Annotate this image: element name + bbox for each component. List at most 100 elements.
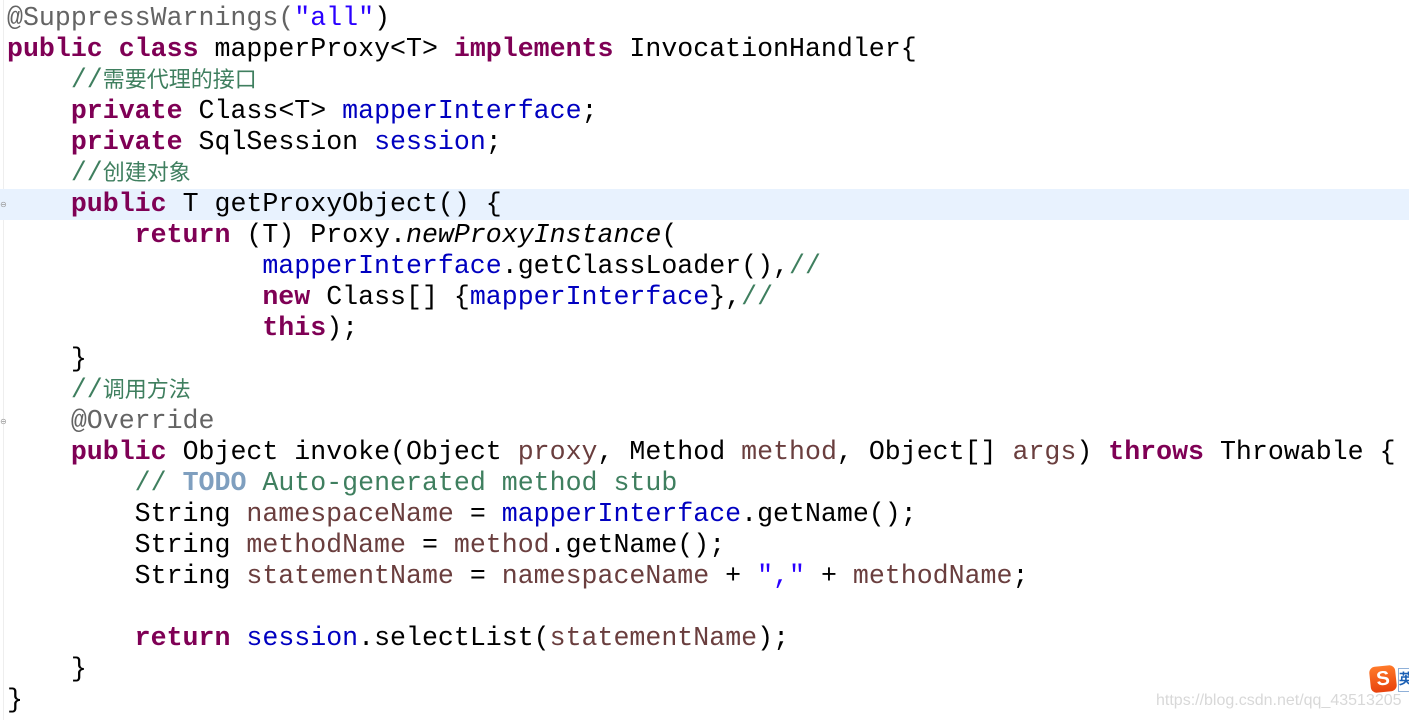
code-token: +	[805, 561, 853, 591]
code-line[interactable]: }	[0, 654, 1409, 685]
code-token: mapperInterface	[501, 499, 742, 529]
code-token: }	[7, 344, 87, 374]
code-line[interactable]: mapperInterface.getClassLoader(),//	[0, 251, 1409, 282]
code-token: public	[7, 34, 103, 64]
code-token: 创建对象	[102, 161, 191, 186]
code-line[interactable]: //需要代理的接口	[0, 65, 1409, 96]
code-token: .getName();	[549, 530, 726, 560]
code-token: mapperInterface	[342, 96, 582, 126]
fold-toggle-icon[interactable]: ⊖	[0, 406, 7, 437]
code-token: , Object[]	[836, 437, 1013, 467]
code-token: session	[374, 127, 486, 157]
code-token: String	[7, 561, 247, 591]
code-token: +	[709, 561, 758, 591]
fold-toggle-icon[interactable]: ⊖	[0, 189, 7, 220]
code-token: method	[741, 437, 837, 467]
code-token: String	[7, 499, 247, 529]
code-editor[interactable]: @SuppressWarnings("all") public class map…	[0, 3, 1409, 716]
code-token: @SuppressWarnings(	[7, 3, 295, 33]
code-token: new	[262, 282, 311, 312]
code-token: .getName();	[741, 499, 917, 529]
code-token: throws	[1108, 437, 1205, 467]
code-line[interactable]: ⊖ public T getProxyObject() {	[0, 189, 1409, 220]
code-token: String	[7, 530, 247, 560]
code-token: =	[453, 561, 502, 591]
code-token: //	[70, 65, 103, 95]
code-token: ;	[581, 96, 598, 126]
code-line[interactable]: String namespaceName = mapperInterface.g…	[0, 499, 1409, 530]
code-token: (T) Proxy.	[230, 220, 406, 250]
code-line[interactable]: return session.selectList(statementName)…	[0, 623, 1409, 654]
code-token: methodName	[852, 561, 1013, 591]
code-line[interactable]: // TODO Auto-generated method stub	[0, 468, 1409, 499]
code-token: proxy	[517, 437, 598, 467]
code-line[interactable]: private SqlSession session;	[0, 127, 1409, 158]
watermark: https://blog.csdn.net/qq_43513205	[1156, 692, 1402, 709]
code-token: );	[326, 313, 359, 343]
code-token: Object invoke(Object	[166, 437, 518, 467]
code-line[interactable]: String statementName = namespaceName + "…	[0, 561, 1409, 592]
code-token: .selectList(	[358, 623, 550, 653]
code-token: //	[134, 468, 183, 498]
code-token: mapperInterface	[469, 282, 710, 312]
code-line[interactable]: String methodName = method.getName();	[0, 530, 1409, 561]
code-token: ","	[757, 561, 805, 591]
code-line[interactable]: public class mapperProxy<T> implements I…	[0, 34, 1409, 65]
code-token: T getProxyObject() {	[166, 189, 502, 219]
code-line[interactable]: this);	[0, 313, 1409, 344]
code-token: namespaceName	[501, 561, 710, 591]
code-line[interactable]: //创建对象	[0, 158, 1409, 189]
code-line[interactable]: new Class[] {mapperInterface},//	[0, 282, 1409, 313]
code-token: =	[405, 530, 454, 560]
sogou-ime-icon[interactable]: S	[1368, 664, 1398, 694]
code-line[interactable]: @SuppressWarnings("all")	[0, 3, 1409, 34]
code-token: 调用方法	[102, 378, 191, 403]
code-line[interactable]: }	[0, 344, 1409, 375]
code-token: );	[757, 623, 790, 653]
code-token: "all"	[294, 3, 375, 33]
code-token: return	[134, 623, 231, 653]
code-token: namespaceName	[246, 499, 454, 529]
code-token: implements	[453, 34, 614, 64]
code-token: Class[] {	[310, 282, 470, 312]
code-line[interactable]: private Class<T> mapperInterface;	[0, 96, 1409, 127]
ime-mode-toggle[interactable]: 英	[1398, 668, 1409, 692]
code-token: this	[262, 313, 327, 343]
code-token: (	[661, 220, 678, 250]
code-token: methodName	[246, 530, 406, 560]
code-line[interactable]: public Object invoke(Object proxy, Metho…	[0, 437, 1409, 468]
code-line[interactable]: return (T) Proxy.newProxyInstance(	[0, 220, 1409, 251]
code-token: return	[134, 220, 231, 250]
code-token: //	[70, 375, 103, 405]
code-token: @Override	[70, 406, 215, 436]
code-token: , Method	[597, 437, 742, 467]
code-token: 需要代理的接口	[102, 68, 257, 93]
code-token: ;	[1012, 561, 1029, 591]
code-line[interactable]: //调用方法	[0, 375, 1409, 406]
code-token: private	[70, 96, 183, 126]
code-token: Class<T>	[182, 96, 343, 126]
code-token: private	[70, 127, 183, 157]
code-token: SqlSession	[182, 127, 375, 157]
code-token: statementName	[549, 623, 758, 653]
code-token: //	[741, 282, 774, 312]
code-token: )	[374, 3, 391, 33]
code-line[interactable]: ⊖ @Override	[0, 406, 1409, 437]
code-token: Throwable {	[1204, 437, 1396, 467]
code-token: statementName	[246, 561, 454, 591]
code-token: InvocationHandler{	[613, 34, 917, 64]
code-line[interactable]	[0, 592, 1409, 623]
